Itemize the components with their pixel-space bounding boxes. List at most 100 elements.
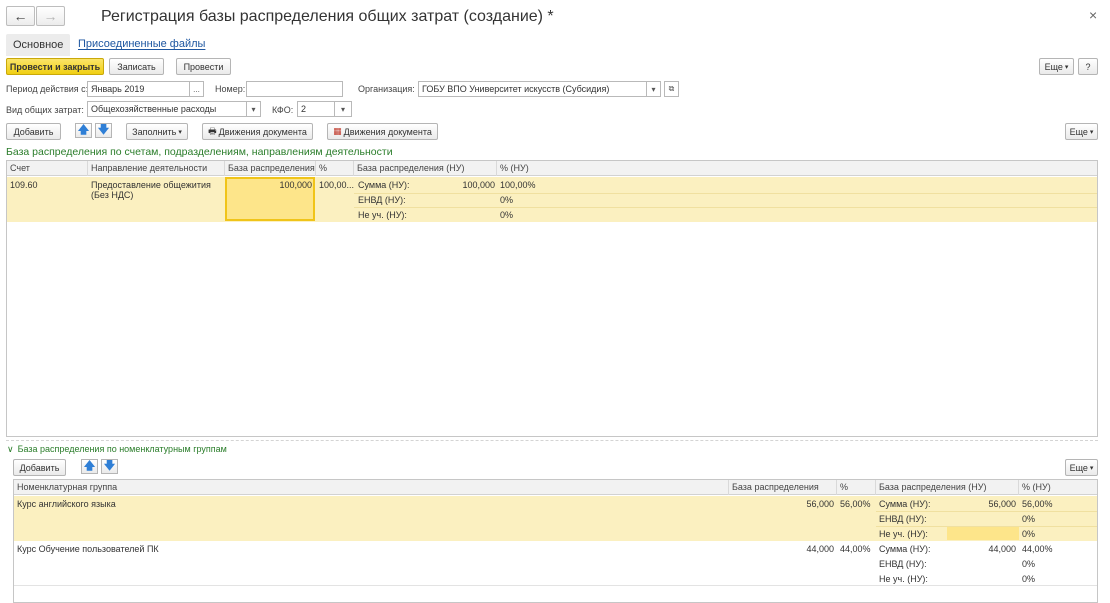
col-pct[interactable]: % [837, 480, 876, 495]
more-label: Еще [1044, 61, 1063, 72]
arrow-up-icon: 🡅 [83, 460, 96, 472]
nu-sum-pct: 100,00% [500, 180, 536, 190]
col-base[interactable]: База распределения [225, 161, 316, 176]
period-label: Период действия с: [6, 84, 89, 94]
organization-label: Организация: [358, 84, 415, 94]
nu-envd-pct: 0% [1022, 514, 1036, 524]
document-movements-label-1: Движения документа [218, 126, 307, 137]
tab-attached-files[interactable]: Присоединенные файлы [78, 38, 205, 50]
kfo-input[interactable]: 2 [297, 101, 335, 117]
col-pct[interactable]: % [316, 161, 354, 176]
organization-input[interactable]: ГОБУ ВПО Университет искусств (Субсидия) [418, 81, 647, 97]
nu-sum-label: Сумма (НУ): [879, 544, 931, 554]
save-button[interactable]: Записать [109, 58, 164, 75]
nu-envd-label: ЕНВД (НУ): [879, 559, 927, 569]
row-pct: 44,00% [840, 544, 871, 554]
post-and-close-button[interactable]: Провести и закрыть [6, 58, 104, 75]
cost-type-input[interactable]: Общехозяйственные расходы [87, 101, 247, 117]
table-row[interactable]: Курс английского языка 56,000 56,00% Сум… [14, 496, 1097, 541]
report-icon: ▦ [333, 126, 342, 136]
chevron-down-icon: ▾ [251, 104, 256, 114]
group-more-label: Еще [1069, 462, 1088, 473]
fill-button[interactable]: Заполнить ▾ [126, 123, 188, 140]
chevron-down-icon: ▾ [1089, 128, 1094, 136]
col-group[interactable]: Номенклатурная группа [14, 480, 729, 495]
section2-header[interactable]: ∨ База распределения по номенклатурным гр… [7, 444, 227, 455]
open-window-icon: ⧉ [668, 84, 675, 93]
number-input[interactable] [246, 81, 343, 97]
period-select-button[interactable]: ... [190, 81, 204, 97]
col-account[interactable]: Счет [7, 161, 88, 176]
nu-notacc-pct: 0% [1022, 574, 1036, 584]
printer-icon: 🖶 [208, 125, 217, 136]
nu-sum-value[interactable]: 56,000 [947, 499, 1016, 509]
chevron-down-icon: ▾ [1089, 464, 1094, 472]
nu-notacc-label: Не уч. (НУ): [879, 574, 928, 584]
add-group-button[interactable]: Добавить [13, 459, 66, 476]
group-move-up-button[interactable]: 🡅 [81, 459, 98, 474]
accounts-table-header: Счет Направление деятельности База распр… [7, 161, 1097, 176]
arrow-down-icon: 🡇 [97, 124, 110, 136]
tab-main[interactable]: Основное [6, 34, 71, 56]
close-icon[interactable]: × [1089, 7, 1097, 23]
back-button[interactable]: ← [6, 6, 35, 26]
row-pct: 100,00... [319, 180, 355, 190]
period-input[interactable]: Январь 2019 [87, 81, 190, 97]
more-button[interactable]: Еще ▾ [1039, 58, 1074, 75]
nu-notacc-cell-active[interactable] [947, 527, 1019, 540]
add-button[interactable]: Добавить [6, 123, 61, 140]
cost-type-dropdown[interactable]: ▾ [247, 101, 261, 117]
nu-sum-label: Сумма (НУ): [358, 180, 410, 190]
nu-notacc-label: Не уч. (НУ): [358, 210, 407, 220]
table-more-label: Еще [1069, 126, 1088, 137]
help-button[interactable]: ? [1078, 58, 1098, 75]
row-account: 109.60 [10, 180, 38, 190]
row-direction: Предоставление общежития [91, 180, 211, 190]
move-down-button[interactable]: 🡇 [95, 123, 112, 138]
chevron-down-icon: ▾ [651, 84, 656, 94]
kfo-label: КФО: [272, 105, 294, 115]
nu-notacc-pct: 0% [500, 210, 514, 220]
row-group: Курс английского языка [17, 499, 116, 509]
document-movements-label-2: Движения документа [343, 126, 432, 137]
table-row[interactable]: Курс Обучение пользователей ПК 44,000 44… [14, 541, 1097, 586]
post-button[interactable]: Провести [176, 58, 231, 75]
row-group: Курс Обучение пользователей ПК [17, 544, 159, 554]
col-base[interactable]: База распределения [729, 480, 837, 495]
col-base-nu[interactable]: База распределения (НУ) [354, 161, 497, 176]
organization-dropdown[interactable]: ▾ [647, 81, 661, 97]
group-more-button[interactable]: Еще ▾ [1065, 459, 1098, 476]
number-label: Номер: [215, 84, 246, 94]
fill-label: Заполнить [132, 126, 177, 137]
chevron-down-icon: ▾ [340, 104, 345, 114]
chevron-down-icon: ▾ [178, 128, 182, 136]
nu-sum-label: Сумма (НУ): [879, 499, 931, 509]
move-up-button[interactable]: 🡅 [75, 123, 92, 138]
document-movements-button-1[interactable]: 🖶 Движения документа [202, 123, 313, 140]
nu-sum-value[interactable]: 100,000 [425, 180, 495, 190]
nu-sum-pct: 56,00% [1022, 499, 1053, 509]
arrow-left-icon: ← [13, 8, 28, 24]
forward-button[interactable]: → [36, 6, 65, 26]
nu-notacc-label: Не уч. (НУ): [879, 529, 928, 539]
table-more-button[interactable]: Еще ▾ [1065, 123, 1098, 140]
nu-notacc-pct: 0% [1022, 529, 1036, 539]
col-pct-nu[interactable]: % (НУ) [497, 161, 1097, 176]
nu-envd-pct: 0% [1022, 559, 1036, 569]
row-pct: 56,00% [840, 499, 871, 509]
nu-envd-pct: 0% [500, 195, 514, 205]
section-splitter[interactable] [6, 440, 1098, 441]
col-pct-nu[interactable]: % (НУ) [1019, 480, 1097, 495]
table-row[interactable]: 109.60 Предоставление общежития (Без НДС… [7, 177, 1097, 222]
nu-sum-value[interactable]: 44,000 [947, 544, 1016, 554]
col-base-nu[interactable]: База распределения (НУ) [876, 480, 1019, 495]
section2-title: База распределения по номенклатурным гру… [17, 444, 227, 454]
organization-open-button[interactable]: ⧉ [664, 81, 679, 97]
document-movements-button-2[interactable]: ▦ Движения документа [327, 123, 438, 140]
arrow-down-icon: 🡇 [103, 460, 116, 472]
group-move-down-button[interactable]: 🡇 [101, 459, 118, 474]
kfo-dropdown[interactable]: ▾ [335, 101, 352, 117]
groups-table-header: Номенклатурная группа База распределения… [14, 480, 1097, 495]
col-direction[interactable]: Направление деятельности [88, 161, 225, 176]
nu-envd-label: ЕНВД (НУ): [879, 514, 927, 524]
